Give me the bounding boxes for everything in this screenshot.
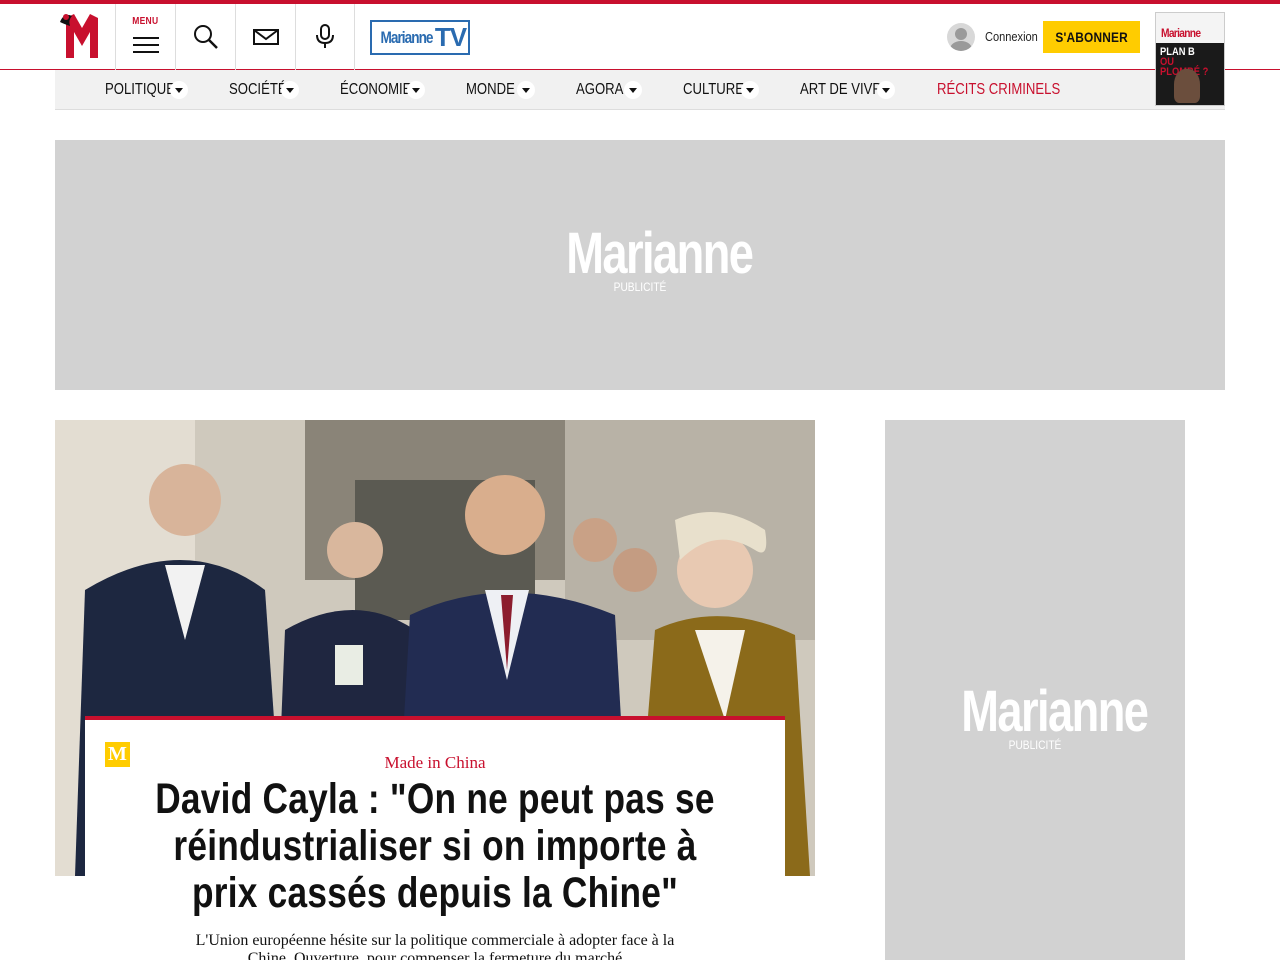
caret-down-icon[interactable] — [407, 81, 425, 99]
search-button[interactable] — [175, 4, 235, 70]
article-standfirst: L'Union européenne hésite sur la politiq… — [195, 932, 675, 960]
magazine-cover[interactable]: Marianne PLAN BOU PLOMBÉ ? — [1155, 12, 1225, 106]
main-nav: POLITIQUE SOCIÉTÉ ÉCONOMIE MONDE AGORA C… — [55, 70, 1225, 110]
subscribe-button[interactable]: S'ABONNER — [1043, 21, 1140, 53]
subscribe-label: S'ABONNER — [1055, 29, 1128, 45]
ad-brand-logo: Marianne PUBLICITÉ — [935, 682, 1149, 753]
menu-button[interactable]: MENU — [115, 4, 175, 70]
cover-portrait — [1174, 69, 1200, 103]
mail-icon — [252, 29, 279, 45]
caret-down-icon[interactable] — [170, 81, 188, 99]
ad-sidebar[interactable]: Marianne PUBLICITÉ — [885, 420, 1185, 960]
login-link[interactable]: Connexion — [985, 29, 1038, 44]
microphone-icon — [316, 24, 334, 48]
ad-label: PUBLICITÉ — [613, 280, 667, 294]
hamburger-icon — [132, 32, 159, 58]
caret-down-icon[interactable] — [877, 81, 895, 99]
cover-brand: Marianne — [1161, 26, 1201, 40]
ad-banner[interactable]: Marianne PUBLICITÉ — [55, 140, 1225, 390]
article-kicker[interactable]: Made in China — [85, 753, 785, 773]
caret-down-icon[interactable] — [624, 81, 642, 99]
marianne-tv-label: Marianne — [380, 27, 433, 47]
caret-down-icon[interactable] — [517, 81, 535, 99]
nav-item-recits-criminels[interactable]: RÉCITS CRIMINELS — [937, 70, 1087, 110]
marianne-tv-suffix: TV — [434, 22, 467, 52]
newsletter-button[interactable] — [235, 4, 295, 70]
caret-down-icon[interactable] — [281, 81, 299, 99]
ad-brand-logo: Marianne PUBLICITÉ — [540, 224, 754, 295]
site-header: MENU Marianne TV Connexion S'ABONNER — [0, 4, 1280, 70]
search-icon — [193, 25, 218, 49]
caret-down-icon[interactable] — [741, 81, 759, 99]
marianne-tv-link[interactable]: Marianne TV — [370, 20, 470, 55]
article-card[interactable]: M Made in China David Cayla : "On ne peu… — [85, 716, 785, 960]
podcast-button[interactable] — [295, 4, 355, 70]
article-headline[interactable]: David Cayla : "On ne peut pas se réindus… — [148, 776, 722, 917]
marianne-logo-icon[interactable] — [58, 8, 106, 62]
ad-label: PUBLICITÉ — [1008, 738, 1062, 752]
menu-label: MENU — [132, 16, 159, 27]
user-avatar-icon[interactable] — [947, 23, 975, 51]
